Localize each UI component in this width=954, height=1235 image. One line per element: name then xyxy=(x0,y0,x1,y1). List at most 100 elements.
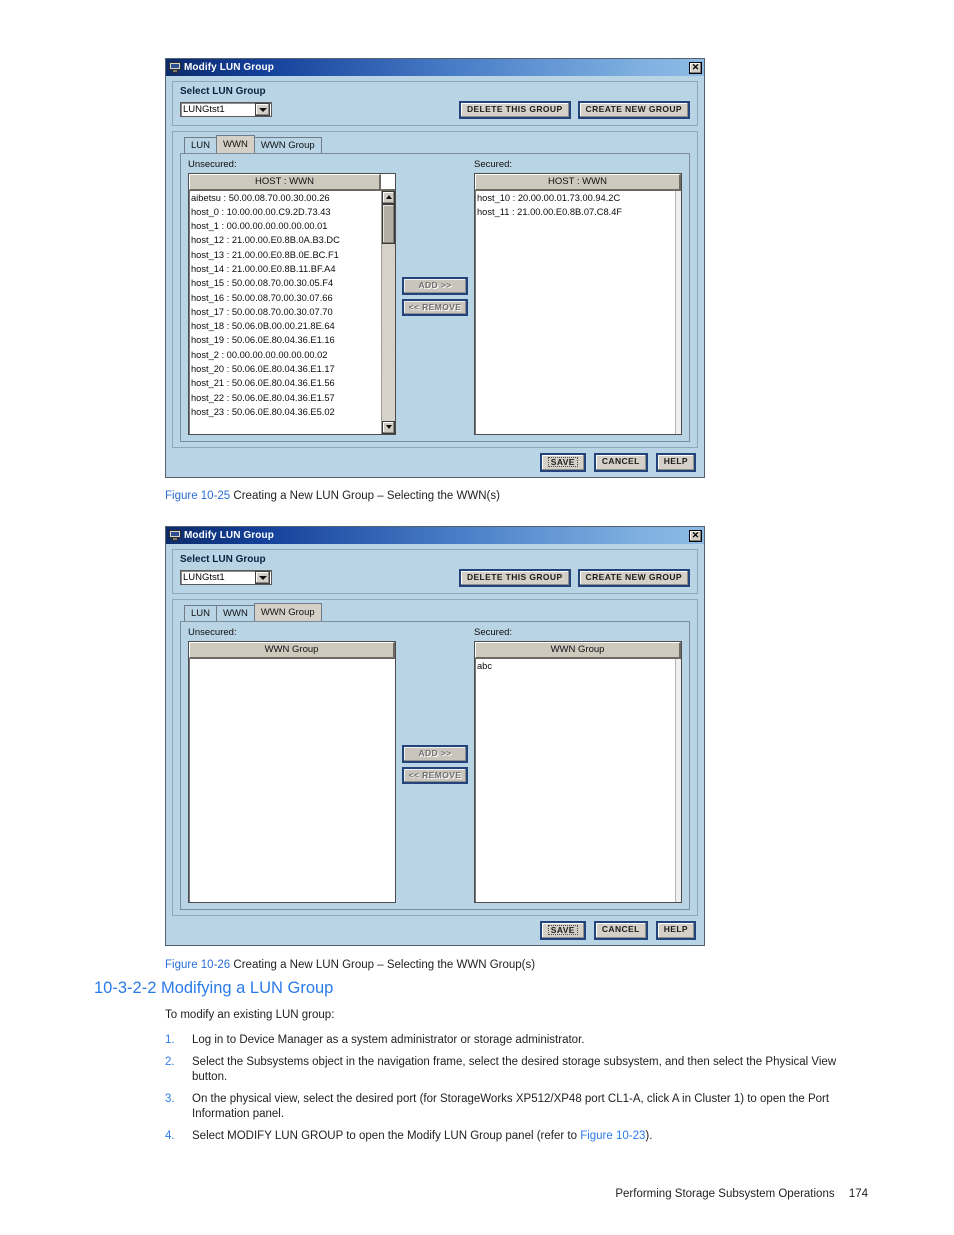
list-item[interactable]: host_12 : 21.00.00.E0.8B.0A.B3.DC xyxy=(191,233,381,247)
secured-listbox[interactable]: HOST : WWN host_10 : 20.00.00.01.73.00.9… xyxy=(474,172,682,435)
help-button[interactable]: HELP xyxy=(655,920,696,940)
dialog-action-bar: SAVE CANCEL HELP xyxy=(172,452,698,472)
figure-10-26-ref[interactable]: Figure 10-26 xyxy=(165,959,230,971)
application-icon xyxy=(169,62,181,73)
secured-row-list[interactable]: host_10 : 20.00.00.01.73.00.94.2C host_11… xyxy=(475,191,675,434)
list-item[interactable]: host_19 : 50.06.0E.80.04.36.E1.16 xyxy=(191,333,381,347)
create-new-group-button[interactable]: CREATE NEW GROUP xyxy=(577,569,690,587)
list-item[interactable]: host_17 : 50.00.08.70.00.30.07.70 xyxy=(191,305,381,319)
list-item[interactable]: host_1 : 00.00.00.00.00.00.00.01 xyxy=(191,219,381,233)
list-item[interactable]: host_18 : 50.06.0B.00.00.21.8E.64 xyxy=(191,319,381,333)
secured-listbox[interactable]: WWN Group abc xyxy=(474,640,682,903)
chevron-down-icon[interactable] xyxy=(255,103,270,117)
list-item: 3. On the physical view, select the desi… xyxy=(165,1092,865,1123)
dialog-titlebar[interactable]: Modify LUN Group ✕ xyxy=(166,59,704,76)
tab-wwn[interactable]: WWN xyxy=(216,604,255,621)
save-button[interactable]: SAVE xyxy=(539,920,586,940)
list-item[interactable]: host_10 : 20.00.00.01.73.00.94.2C xyxy=(477,191,675,205)
delete-this-group-button[interactable]: DELETE THIS GROUP xyxy=(458,101,571,119)
step4-suffix: ). xyxy=(645,1129,653,1142)
select-lun-group-panel: Select LUN Group LUNGtst1 DELETE THIS GR… xyxy=(172,549,698,594)
unsecured-header-row: HOST : WWN xyxy=(189,173,395,191)
chevron-down-icon[interactable] xyxy=(255,571,270,585)
step-text: Log in to Device Manager as a system adm… xyxy=(192,1034,585,1046)
dialog2-body: Select LUN Group LUNGtst1 DELETE THIS GR… xyxy=(166,544,704,945)
tabstrip: LUN WWN WWN Group xyxy=(180,602,690,621)
list-item[interactable]: host_21 : 50.06.0E.80.04.36.E1.56 xyxy=(191,376,381,390)
secured-scroll-gutter[interactable] xyxy=(675,658,681,902)
list-item[interactable]: host_23 : 50.06.0E.80.04.36.E5.02 xyxy=(191,405,381,419)
step-number: 3. xyxy=(165,1092,175,1105)
tab-wwn[interactable]: WWN xyxy=(216,134,255,153)
lun-group-select[interactable]: LUNGtst1 xyxy=(180,102,272,118)
delete-this-group-button[interactable]: DELETE THIS GROUP xyxy=(458,569,571,587)
list-item[interactable]: aibetsu : 50.00.08.70.00.30.00.26 xyxy=(191,191,381,205)
select-lun-group-panel: Select LUN Group LUNGtst1 DELETE THIS GR… xyxy=(172,81,698,126)
transfer-columns: Unsecured: WWN Group ADD >> << REMOVE Se… xyxy=(188,627,682,903)
footer-title: Performing Storage Subsystem Operations xyxy=(615,1188,835,1200)
unsecured-vertical-scrollbar[interactable] xyxy=(381,190,395,434)
save-button[interactable]: SAVE xyxy=(539,452,586,472)
secured-column: Secured: WWN Group abc xyxy=(474,627,682,903)
tab-wwn-group[interactable]: WWN Group xyxy=(253,602,322,621)
secured-label: Secured: xyxy=(474,626,513,638)
cancel-button[interactable]: CANCEL xyxy=(593,920,648,940)
dialog2-titlebar[interactable]: Modify LUN Group ✕ xyxy=(166,527,704,544)
unsecured-label: Unsecured: xyxy=(188,626,237,638)
secured-column: Secured: HOST : WWN host_10 : 20.00.00.0… xyxy=(474,159,682,435)
cancel-button[interactable]: CANCEL xyxy=(593,452,648,472)
unsecured-label: Unsecured: xyxy=(188,158,237,170)
secured-scroll-gutter[interactable] xyxy=(675,190,681,434)
list-item[interactable]: host_0 : 10.00.00.00.C9.2D.73.43 xyxy=(191,205,381,219)
secured-row-list[interactable]: abc xyxy=(475,659,675,902)
add-button[interactable]: ADD >> xyxy=(402,745,468,763)
close-icon[interactable]: ✕ xyxy=(689,61,702,74)
list-item[interactable]: host_2 : 00.00.00.00.00.00.00.02 xyxy=(191,348,381,362)
step-number: 4. xyxy=(165,1129,175,1142)
list-item[interactable]: host_15 : 50.00.08.70.00.30.05.F4 xyxy=(191,276,381,290)
help-button[interactable]: HELP xyxy=(655,452,696,472)
select-lun-group-row: LUNGtst1 DELETE THIS GROUP CREATE NEW GR… xyxy=(180,569,690,587)
list-item[interactable]: host_20 : 50.06.0E.80.04.36.E1.17 xyxy=(191,362,381,376)
tab-content-wwn-group: Unsecured: WWN Group ADD >> << REMOVE Se… xyxy=(180,620,690,910)
list-item[interactable]: host_16 : 50.00.08.70.00.30.07.66 xyxy=(191,291,381,305)
list-item[interactable]: abc xyxy=(477,659,675,673)
figure-10-25-ref[interactable]: Figure 10-25 xyxy=(165,490,230,502)
scrollbar-track[interactable] xyxy=(382,243,395,421)
modify-lun-group-dialog-wwn-group[interactable]: Modify LUN Group ✕ Select LUN Group LUNG… xyxy=(165,526,705,946)
group-action-buttons: DELETE THIS GROUP CREATE NEW GROUP xyxy=(458,101,690,119)
lun-group-select[interactable]: LUNGtst1 xyxy=(180,570,272,586)
tab-lun[interactable]: LUN xyxy=(184,136,218,153)
select-lun-group-heading: Select LUN Group xyxy=(180,554,266,565)
remove-button[interactable]: << REMOVE xyxy=(402,298,468,316)
figure-10-23-ref[interactable]: Figure 10-23 xyxy=(580,1130,645,1142)
list-item: 2. Select the Subsystems object in the n… xyxy=(165,1055,865,1086)
list-item[interactable]: host_14 : 21.00.00.E0.8B.11.BF.A4 xyxy=(191,262,381,276)
tab-lun[interactable]: LUN xyxy=(184,604,218,621)
unsecured-row-list[interactable] xyxy=(189,659,395,902)
figure-10-26-caption: Figure 10-26 Creating a New LUN Group – … xyxy=(165,959,535,971)
add-button[interactable]: ADD >> xyxy=(402,277,468,295)
list-item[interactable]: host_11 : 21.00.00.E0.8B.07.C8.4F xyxy=(477,205,675,219)
secured-label: Secured: xyxy=(474,158,513,170)
list-item[interactable]: host_13 : 21.00.00.E0.8B.0E.BC.F1 xyxy=(191,248,381,262)
scroll-down-icon[interactable] xyxy=(382,420,395,434)
unsecured-listbox[interactable]: WWN Group xyxy=(188,640,396,903)
tab-wwn-group[interactable]: WWN Group xyxy=(253,136,322,153)
application-icon xyxy=(169,530,181,541)
modify-lun-group-dialog-wwn[interactable]: Modify LUN Group ✕ Select LUN Group LUNG… xyxy=(165,58,705,478)
page-footer: Performing Storage Subsystem Operations … xyxy=(615,1188,868,1200)
scrollbar-thumb[interactable] xyxy=(382,203,395,244)
create-new-group-button[interactable]: CREATE NEW GROUP xyxy=(577,101,690,119)
scroll-up-icon[interactable] xyxy=(382,190,395,204)
unsecured-row-list[interactable]: aibetsu : 50.00.08.70.00.30.00.26 host_0 … xyxy=(189,191,381,434)
remove-button[interactable]: << REMOVE xyxy=(402,766,468,784)
unsecured-listbox[interactable]: HOST : WWN aibetsu : 50.00.08.70.00.30.0… xyxy=(188,172,396,435)
close-icon[interactable]: ✕ xyxy=(689,529,702,542)
step-text: On the physical view, select the desired… xyxy=(192,1092,830,1121)
section-intro: To modify an existing LUN group: xyxy=(165,1009,335,1021)
secured-column-header: HOST : WWN xyxy=(475,173,681,190)
secured-header-row: WWN Group xyxy=(475,641,681,659)
secured-header-row: HOST : WWN xyxy=(475,173,681,191)
list-item[interactable]: host_22 : 50.06.0E.80.04.36.E1.57 xyxy=(191,391,381,405)
